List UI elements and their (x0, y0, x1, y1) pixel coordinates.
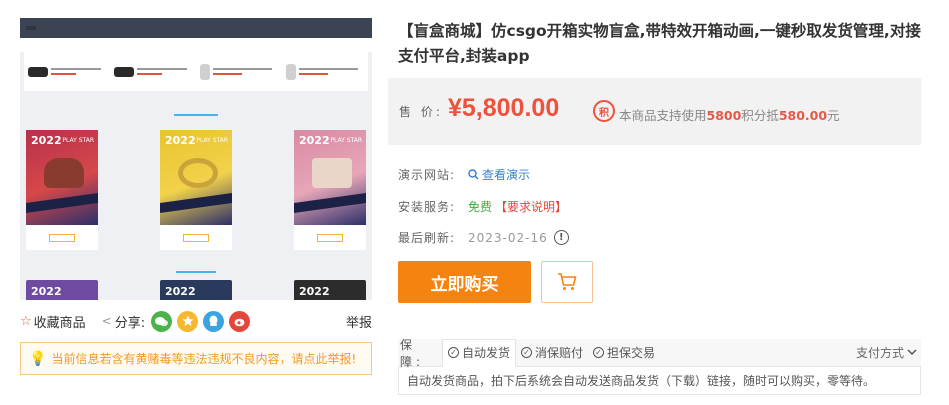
product-image: 2022 PLAY STAR 2022 PLAY STAR 2022 PLAY … (20, 18, 372, 300)
demo-row: 演示网站: 查看演示 (398, 166, 530, 183)
weibo-icon[interactable] (229, 310, 251, 332)
star-icon: ☆ (20, 313, 32, 329)
qq-icon[interactable] (203, 310, 225, 332)
qzone-icon[interactable] (177, 310, 199, 332)
refresh-row: 最后刷新: 2023-02-16 ! (398, 229, 569, 246)
service-row: 安装服务: 免费 【要求说明】 (398, 198, 567, 215)
card-year: 2022 (299, 134, 330, 147)
image-card-row: 2022 2022 2022 (20, 280, 372, 300)
share-row: ☆ 收藏商品 < 分享: 举报 (20, 310, 372, 332)
favorite-label: 收藏商品 (33, 315, 86, 331)
service-value: 免费 (468, 200, 493, 214)
image-divider (174, 114, 218, 116)
lightbulb-icon: 💡 (29, 350, 47, 367)
refresh-date: 2023-02-16 (468, 230, 548, 245)
tab-escrow[interactable]: ✓ 担保交易 (588, 339, 660, 367)
report-notice[interactable]: 💡 当前信息若含有黄赌毒等违法违规不良内容，请点此举报! (20, 342, 372, 375)
blind-box-card: 2022 (160, 280, 232, 300)
blind-box-card: 2022 PLAY STAR (294, 130, 366, 250)
chevron-down-icon (907, 349, 917, 356)
image-topnav (20, 18, 372, 38)
tab-auto-delivery[interactable]: ✓ 自动发货 (442, 338, 517, 367)
price-value: ¥5,800.00 (448, 94, 560, 122)
price-label: 售 价: (399, 105, 443, 119)
wechat-icon[interactable] (151, 310, 173, 332)
check-circle-icon: ✓ (593, 347, 605, 358)
buy-now-button[interactable]: 立即购买 (398, 261, 531, 303)
image-notice-bar (20, 38, 372, 52)
image-divider (176, 271, 216, 273)
image-product-strip (24, 52, 368, 92)
card-tag: PLAY STAR (330, 137, 362, 144)
blind-box-card: 2022 PLAY STAR (160, 130, 232, 250)
report-link[interactable]: 举报 (346, 312, 372, 331)
payment-method-dropdown[interactable]: 支付方式 (856, 344, 921, 361)
points-icon: 积 (593, 100, 615, 122)
guarantee-label: 保 障: (400, 337, 425, 369)
price-box: 售 价: ¥5,800.00 积 本商品支持使用5800积分抵580.00元 (388, 78, 921, 145)
card-tag: PLAY STAR (196, 137, 228, 144)
cart-icon (558, 273, 577, 290)
share-label: < 分享: (101, 314, 146, 331)
tab-consumer-protection[interactable]: ✓ 消保赔付 (516, 339, 588, 367)
info-icon[interactable]: ! (553, 230, 569, 245)
blind-box-card: 2022 (294, 280, 366, 300)
guarantee-panel: 保 障: ✓ 自动发货 ✓ 消保赔付 ✓ 担保交易 支付方式 自动发货商品，拍下… (398, 337, 921, 395)
favorite-button[interactable]: ☆ 收藏商品 (20, 312, 86, 331)
blind-box-card: 2022 PLAY STAR (26, 130, 98, 250)
demo-link[interactable]: 查看演示 (468, 166, 530, 183)
add-to-cart-button[interactable] (541, 261, 593, 303)
search-icon (468, 169, 479, 180)
check-circle-icon: ✓ (448, 347, 459, 358)
image-card-grid: 2022 PLAY STAR 2022 PLAY STAR 2022 PLAY … (20, 130, 372, 250)
refresh-label: 最后刷新: (398, 231, 456, 245)
share-icon: < (101, 314, 112, 328)
requirement-link[interactable]: 【要求说明】 (495, 198, 567, 215)
report-notice-text: 当前信息若含有黄赌毒等违法违规不良内容，请点此举报! (51, 352, 357, 366)
card-tag: PLAY STAR (62, 137, 94, 144)
guarantee-tabs: 保 障: ✓ 自动发货 ✓ 消保赔付 ✓ 担保交易 支付方式 (398, 337, 921, 369)
points-info: 本商品支持使用5800积分抵580.00元 (619, 108, 840, 123)
share-icons (151, 310, 251, 332)
guarantee-description: 自动发货商品，拍下后系统会自动发送商品发货（下载）链接，随时可以购买，零等待。 (398, 367, 921, 395)
card-year: 2022 (165, 134, 196, 147)
check-circle-icon: ✓ (521, 347, 533, 358)
card-year: 2022 (31, 134, 62, 147)
product-title: 【盲盒商城】仿csgo开箱实物盲盒,带特效开箱动画,一键秒取发货管理,对接支付平… (398, 22, 921, 65)
service-label: 安装服务: (398, 200, 456, 214)
blind-box-card: 2022 (26, 280, 98, 300)
demo-label: 演示网站: (398, 168, 456, 182)
